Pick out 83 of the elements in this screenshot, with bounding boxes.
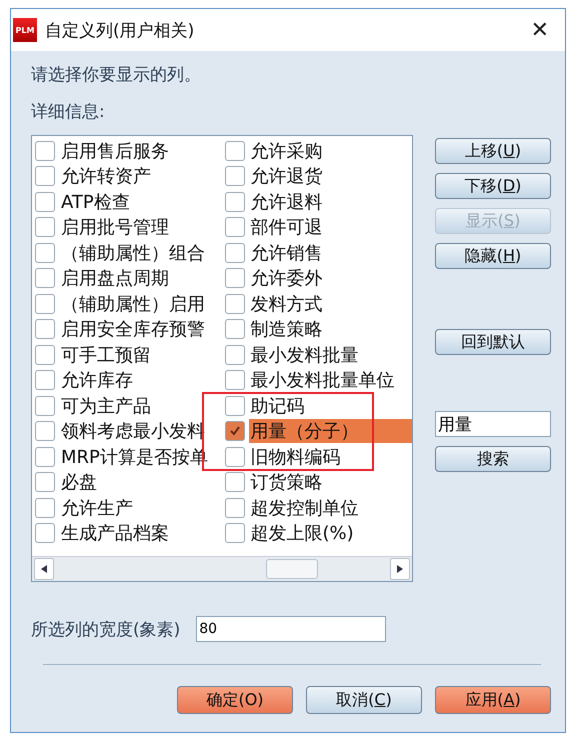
list-item[interactable]: 允许转资产 [59,164,153,188]
checkbox[interactable] [224,523,244,544]
list-item[interactable]: ATP检查 [59,190,132,214]
scroll-thumb[interactable] [266,559,318,579]
scroll-right-icon[interactable] [390,558,410,580]
list-item[interactable]: 启用售后服务 [59,138,171,163]
checkbox[interactable] [35,294,55,314]
checkbox[interactable] [224,498,244,518]
checkbox[interactable] [224,140,244,161]
footer-button[interactable]: 确定(O) [177,686,293,714]
checkbox[interactable] [224,166,244,186]
list-item[interactable]: 允许销售 [248,240,324,265]
checkbox[interactable] [224,217,244,238]
list-item[interactable]: 允许生产 [59,496,135,520]
list-item[interactable]: 助记码 [248,394,306,418]
list-item[interactable]: （辅助属性）组合 [59,240,207,265]
close-button[interactable]: ✕ [524,18,555,42]
list-item[interactable]: 制造策略 [248,317,324,342]
prompt-text: 请选择你要显示的列。 [31,64,202,86]
list-item[interactable]: 可为主产品 [59,394,153,418]
checkbox[interactable] [35,166,55,186]
list-item[interactable]: 最小发料批量单位 [248,368,396,392]
checkbox[interactable] [35,268,55,288]
list-item[interactable]: 必盘 [59,470,99,494]
list-item[interactable]: 发料方式 [248,292,324,316]
window-title: 自定义列(用户相关) [45,20,196,42]
checkbox[interactable] [224,396,244,416]
list-item[interactable]: 允许采购 [248,138,324,163]
check-icon [228,425,240,438]
list-item[interactable]: 可手工预留 [59,342,153,367]
footer-button[interactable]: 应用(A) [435,686,551,714]
checkbox[interactable] [224,242,244,263]
horizontal-scrollbar[interactable] [32,556,412,581]
checkbox[interactable] [224,370,244,390]
app-logo: PLM [13,18,37,42]
list-item[interactable]: 启用批号管理 [59,215,171,240]
scroll-left-icon[interactable] [34,558,54,580]
checkbox[interactable] [224,472,244,492]
list-item[interactable]: 用量（分子） [248,419,412,444]
details-label: 详细信息: [31,101,106,123]
checkbox[interactable] [35,370,55,390]
side-button[interactable]: 搜索 [435,446,551,472]
list-item[interactable]: 订货策略 [248,470,324,494]
footer-button[interactable]: 取消(C) [306,686,422,714]
list-item[interactable]: 旧物料编码 [248,444,342,469]
list-item[interactable]: 启用盘点周期 [59,266,171,290]
checkbox[interactable] [224,192,244,212]
side-button[interactable]: 回到默认 [435,329,551,355]
checkbox[interactable] [35,472,55,492]
checkbox[interactable] [35,396,55,416]
checkbox[interactable] [224,268,244,288]
checkbox[interactable] [35,344,55,365]
checkbox[interactable] [35,421,55,442]
checkbox[interactable] [224,319,244,340]
side-button[interactable]: 隐藏(H) [435,243,551,269]
checkbox[interactable] [35,523,55,544]
search-field[interactable]: 用量 [435,411,551,437]
checkbox[interactable] [224,421,244,442]
width-label: 所选列的宽度(象素) [31,618,180,640]
list-item[interactable]: （辅助属性）启用 [59,292,207,316]
list-item[interactable]: 最小发料批量 [248,342,360,367]
checkbox[interactable] [35,217,55,238]
list-item[interactable]: 超发控制单位 [248,496,360,520]
checkbox[interactable] [35,242,55,263]
list-item[interactable]: 部件可退 [248,215,324,240]
list-item[interactable]: 允许委外 [248,266,324,290]
list-item[interactable]: 超发上限(%) [248,521,356,546]
checkbox[interactable] [35,192,55,212]
list-item[interactable]: 允许退货 [248,164,324,188]
list-item[interactable]: 生成产品档案 [59,521,171,546]
list-item[interactable]: 启用安全库存预警 [59,317,207,342]
checkbox[interactable] [35,319,55,340]
list-item[interactable]: 允许退料 [248,190,324,214]
checkbox[interactable] [35,446,55,467]
checkbox[interactable] [224,446,244,467]
checkbox[interactable] [35,140,55,161]
checkbox[interactable] [35,498,55,518]
width-field[interactable]: 80 [196,616,386,642]
side-button[interactable]: 上移(U) [435,138,551,164]
side-button[interactable]: 下移(D) [435,173,551,199]
list-item[interactable]: 允许库存 [59,368,135,392]
checkbox[interactable] [224,294,244,314]
checkbox[interactable] [224,344,244,365]
